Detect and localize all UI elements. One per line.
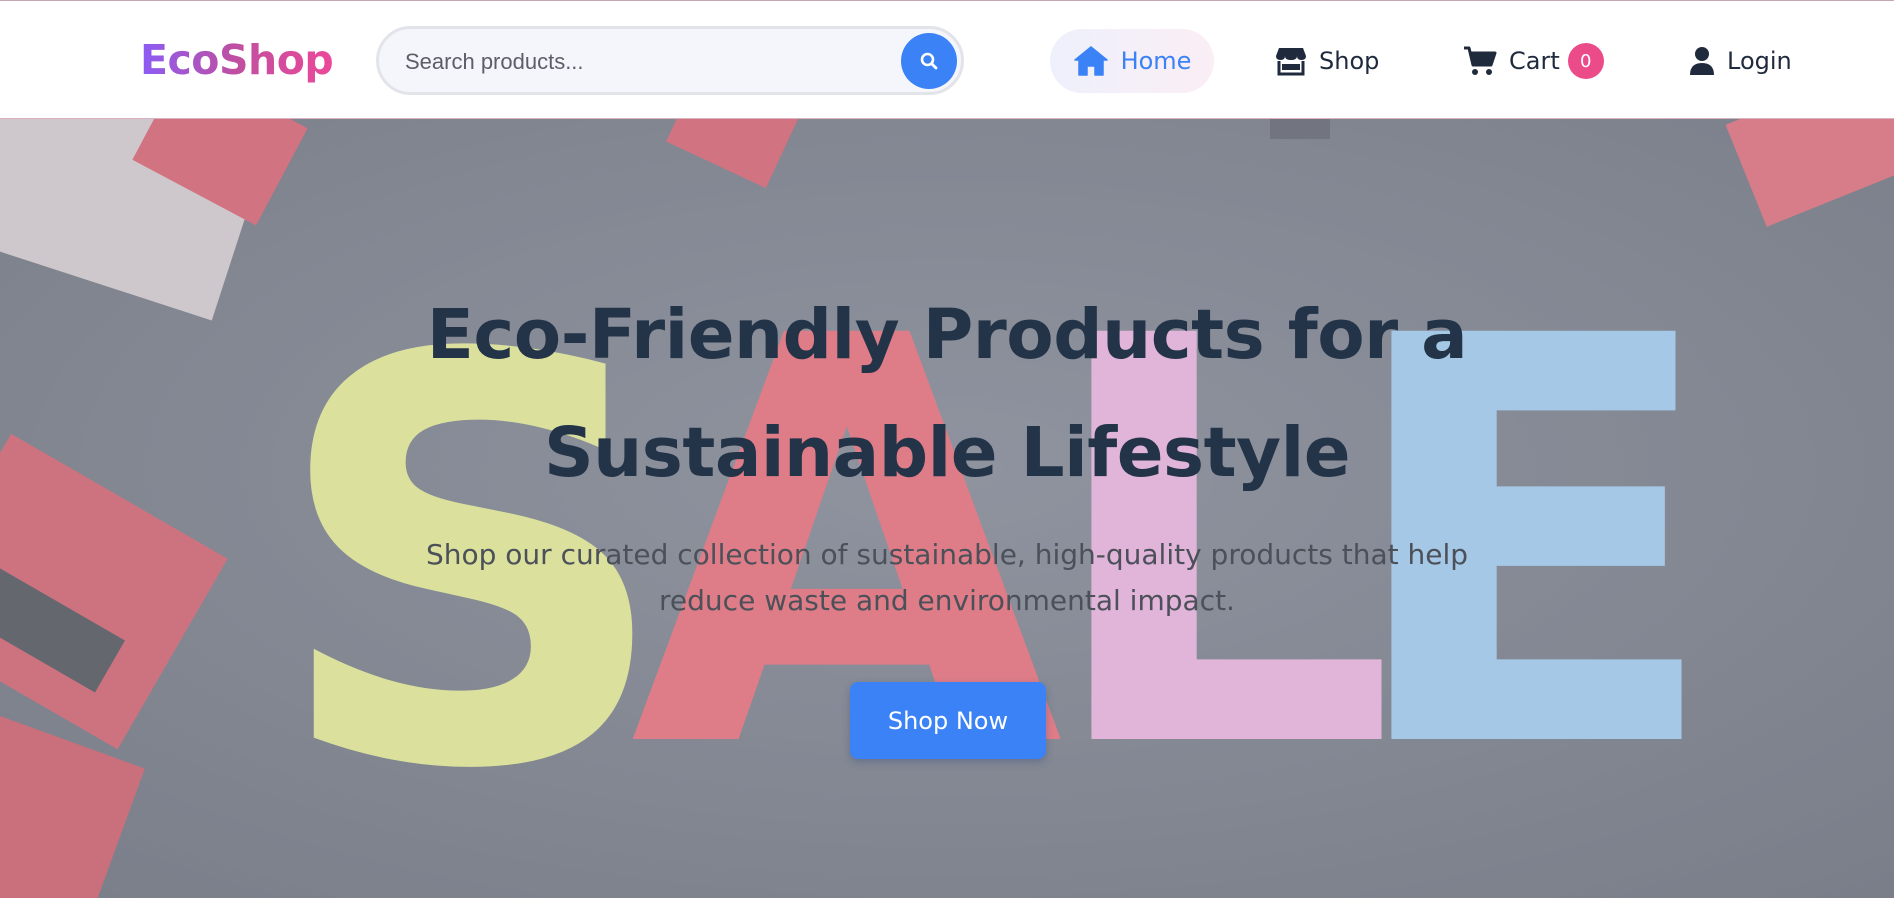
search-input[interactable] [403, 29, 877, 94]
search-icon [920, 52, 938, 70]
hero-title-line-1: Eco-Friendly Products for a [426, 295, 1468, 375]
hero-subtitle: Shop our curated collection of sustainab… [347, 532, 1547, 624]
hero-subtitle-line-1: Shop our curated collection of sustainab… [425, 538, 1469, 571]
store-icon [1275, 46, 1307, 76]
nav-login[interactable]: Login [1689, 29, 1792, 93]
nav-cart-label: Cart [1509, 47, 1560, 75]
cart-icon [1463, 46, 1497, 76]
nav-shop-label: Shop [1319, 47, 1380, 75]
hero-title: Eco-Friendly Products for a Sustainable … [247, 276, 1647, 512]
search-button[interactable] [901, 33, 957, 89]
logo[interactable]: EcoShop [140, 33, 334, 87]
hero-title-line-2: Sustainable Lifestyle [543, 413, 1351, 493]
navbar: EcoShop Home [0, 0, 1894, 119]
hero-section: S A L E Eco-Friendly Products for a Sust… [0, 119, 1894, 898]
page: EcoShop Home [0, 0, 1894, 898]
user-icon [1689, 46, 1715, 76]
nav-cart[interactable]: Cart 0 [1463, 29, 1604, 93]
nav-login-label: Login [1727, 47, 1792, 75]
shop-now-button[interactable]: Shop Now [850, 682, 1046, 759]
nav-home-label: Home [1120, 47, 1192, 75]
home-icon [1073, 45, 1109, 77]
search-bar [376, 26, 964, 95]
nav-home[interactable]: Home [1050, 29, 1214, 93]
nav-shop[interactable]: Shop [1275, 29, 1379, 93]
hero-subtitle-line-2: reduce waste and environmental impact. [659, 584, 1235, 617]
cart-count-badge: 0 [1567, 43, 1604, 79]
